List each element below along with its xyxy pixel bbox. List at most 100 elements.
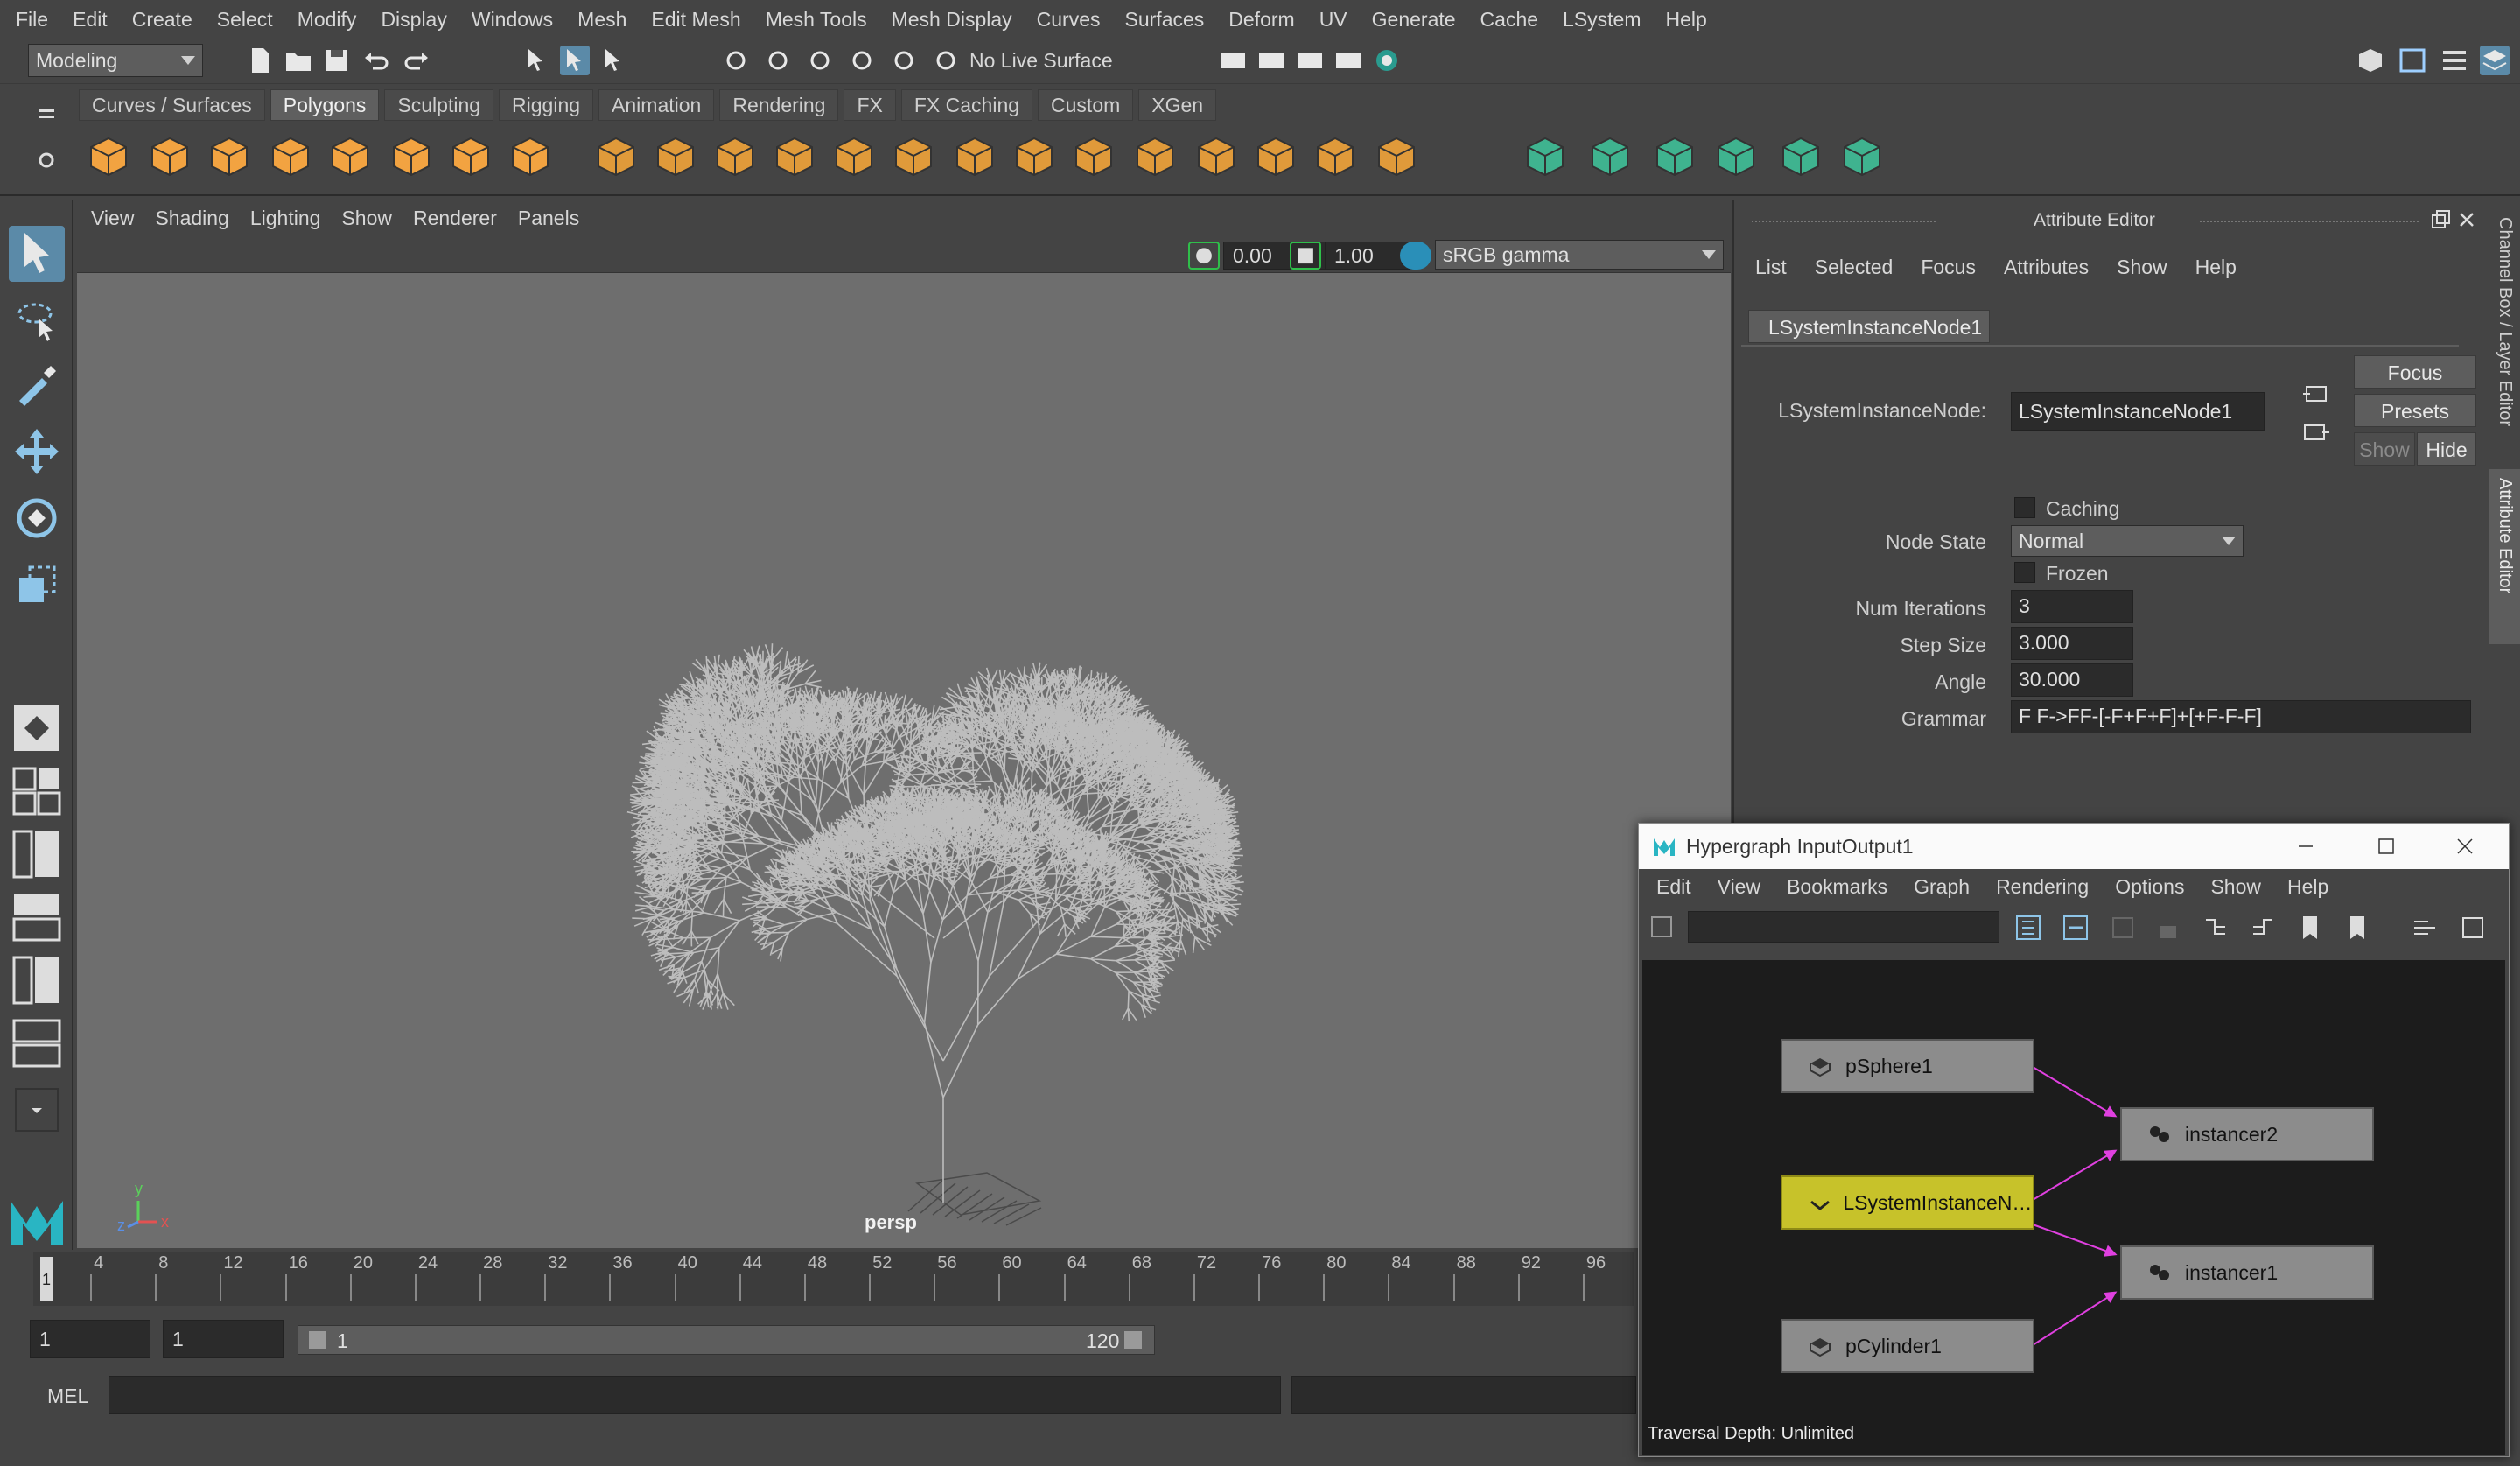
undo-icon[interactable] xyxy=(362,46,392,75)
grammar-field[interactable]: F F->FF-[-F+F+F]+[+F-F-F] xyxy=(2011,700,2471,733)
target-weld-icon[interactable] xyxy=(1311,131,1360,180)
hypergraph-menu-help[interactable]: Help xyxy=(2287,875,2328,899)
menu-edit[interactable]: Edit xyxy=(73,8,108,32)
shelf-tab-fx-caching[interactable]: FX Caching xyxy=(900,89,1033,121)
menu-uv[interactable]: UV xyxy=(1320,8,1348,32)
menu-mesh[interactable]: Mesh xyxy=(578,8,626,32)
quad-draw-icon[interactable] xyxy=(1372,131,1421,180)
gamma-icon[interactable] xyxy=(1290,242,1321,270)
shelf-tab-rendering[interactable]: Rendering xyxy=(719,89,839,121)
node-instancer1[interactable]: instancer1 xyxy=(2120,1245,2374,1300)
ae-node-tab[interactable]: LSystemInstanceNode1 xyxy=(1748,310,1990,343)
hide-button[interactable]: Hide xyxy=(2417,432,2476,466)
poly-sphere-icon[interactable] xyxy=(84,131,133,180)
render-view-icon[interactable] xyxy=(1218,46,1248,75)
shelf-tab-polygons[interactable]: Polygons xyxy=(270,89,380,121)
graph-editor-layout-icon[interactable] xyxy=(9,889,65,945)
rotate-tool-icon[interactable] xyxy=(9,490,65,546)
hypershade-layout-icon[interactable] xyxy=(9,1015,65,1071)
hypergraph-menu-rendering[interactable]: Rendering xyxy=(1996,875,2089,899)
layout-icon[interactable] xyxy=(2411,913,2440,943)
poly-cylinder-icon[interactable] xyxy=(205,131,254,180)
hypergraph-titlebar[interactable]: Hypergraph InputOutput1 xyxy=(1639,824,2509,869)
viewport-menu-show[interactable]: Show xyxy=(341,207,392,230)
add-bookmark-icon[interactable] xyxy=(2295,913,2325,943)
ae-drag-handle-left[interactable] xyxy=(1752,221,1936,224)
graph-up-icon[interactable] xyxy=(2201,913,2230,943)
shelf-tab-sculpting[interactable]: Sculpting xyxy=(384,89,494,121)
float-panel-icon[interactable] xyxy=(2429,208,2452,231)
single-perspective-layout-icon[interactable] xyxy=(9,700,65,756)
overflow-icon[interactable] xyxy=(2458,913,2488,943)
ae-menu-help[interactable]: Help xyxy=(2195,256,2236,279)
select-hierarchy-icon[interactable] xyxy=(522,46,551,75)
ae-drag-handle-right[interactable] xyxy=(2200,221,2418,224)
lasso-tool-icon[interactable] xyxy=(9,292,65,348)
hypergraph-canvas[interactable]: pSphere1 LSystemInstanceNod... pCylinder… xyxy=(1642,960,2505,1455)
uv-editor-icon[interactable] xyxy=(1521,131,1570,180)
graph-down-icon[interactable] xyxy=(2248,913,2278,943)
attribute-editor-side-tab[interactable]: Attribute Editor xyxy=(2488,469,2520,644)
shelf-menu-icon[interactable] xyxy=(33,102,60,128)
poly-pyramid-icon[interactable] xyxy=(446,131,495,180)
menu-generate[interactable]: Generate xyxy=(1372,8,1456,32)
frozen-checkbox[interactable] xyxy=(2014,562,2035,583)
render-frame-icon[interactable] xyxy=(1256,46,1286,75)
smooth-icon[interactable] xyxy=(770,131,819,180)
colorspace-dropdown[interactable]: sRGB gamma xyxy=(1435,240,1724,270)
bridge-icon[interactable] xyxy=(1010,131,1059,180)
range-end-handle[interactable] xyxy=(1124,1331,1142,1349)
paint-select-tool-icon[interactable] xyxy=(9,357,65,413)
scene-hierarchy-icon[interactable] xyxy=(2013,913,2043,943)
snap-point-icon[interactable] xyxy=(805,46,835,75)
node-instancer2[interactable]: instancer2 xyxy=(2120,1107,2374,1161)
hypergraph-search-field[interactable] xyxy=(1688,911,1999,943)
ae-menu-show[interactable]: Show xyxy=(2117,256,2167,279)
animation-start-field[interactable]: 1 xyxy=(163,1320,284,1358)
menuset-dropdown[interactable]: Modeling xyxy=(28,44,203,77)
viewport-menu-renderer[interactable]: Renderer xyxy=(413,207,497,230)
select-tool-icon[interactable] xyxy=(9,226,65,282)
step-size-field[interactable]: 3.000 xyxy=(2011,627,2133,660)
snap-surface-icon[interactable] xyxy=(889,46,919,75)
more-layouts-icon[interactable] xyxy=(9,1082,65,1138)
input-output-icon[interactable] xyxy=(2061,913,2090,943)
shelf-tab-rigging[interactable]: Rigging xyxy=(499,89,594,121)
poly-pipe-icon[interactable] xyxy=(506,131,555,180)
num-iterations-field[interactable]: 3 xyxy=(2011,590,2133,623)
menu-deform[interactable]: Deform xyxy=(1228,8,1294,32)
planar-uv-icon[interactable] xyxy=(1586,131,1634,180)
menu-mesh-tools[interactable]: Mesh Tools xyxy=(766,8,867,32)
ae-menu-selected[interactable]: Selected xyxy=(1815,256,1894,279)
scale-tool-icon[interactable] xyxy=(9,557,65,613)
menu-lsystem[interactable]: LSystem xyxy=(1563,8,1641,32)
select-component-icon[interactable] xyxy=(598,46,628,75)
close-icon[interactable] xyxy=(2453,834,2477,859)
minimize-icon[interactable] xyxy=(2293,834,2318,859)
snap-vertex-icon[interactable] xyxy=(931,46,961,75)
attribute-editor-toggle-icon[interactable] xyxy=(2480,46,2510,75)
combine-icon[interactable] xyxy=(592,131,640,180)
move-tool-icon[interactable] xyxy=(9,424,65,480)
multi-cut-icon[interactable] xyxy=(1251,131,1300,180)
poly-cone-icon[interactable] xyxy=(266,131,315,180)
node-pcylinder1[interactable]: pCylinder1 xyxy=(1781,1319,2034,1373)
caching-checkbox[interactable] xyxy=(2014,497,2035,518)
separate-icon[interactable] xyxy=(651,131,700,180)
start-time-field[interactable]: 1 xyxy=(30,1320,150,1358)
viewport-menu-lighting[interactable]: Lighting xyxy=(250,207,321,230)
hypergraph-menu-graph[interactable]: Graph xyxy=(1914,875,1970,899)
node-state-dropdown[interactable]: Normal xyxy=(2011,525,2244,557)
outliner-layout-icon[interactable] xyxy=(9,826,65,882)
hypergraph-menu-edit[interactable]: Edit xyxy=(1656,875,1691,899)
close-panel-icon[interactable] xyxy=(2455,208,2478,231)
time-slider[interactable]: 1 4 8 12 16 20 24 28 32 36 40 44 48 52 56 60 64 68 72 76 80 8… xyxy=(33,1252,1634,1306)
menu-surfaces[interactable]: Surfaces xyxy=(1125,8,1205,32)
save-scene-icon[interactable] xyxy=(322,46,352,75)
channel-box-icon[interactable] xyxy=(2398,46,2427,75)
render-settings-icon[interactable] xyxy=(1334,46,1363,75)
exposure-icon[interactable] xyxy=(1188,242,1220,270)
bevel-icon[interactable] xyxy=(1069,131,1118,180)
viewport-menu-panels[interactable]: Panels xyxy=(518,207,579,230)
ae-menu-focus[interactable]: Focus xyxy=(1921,256,1976,279)
